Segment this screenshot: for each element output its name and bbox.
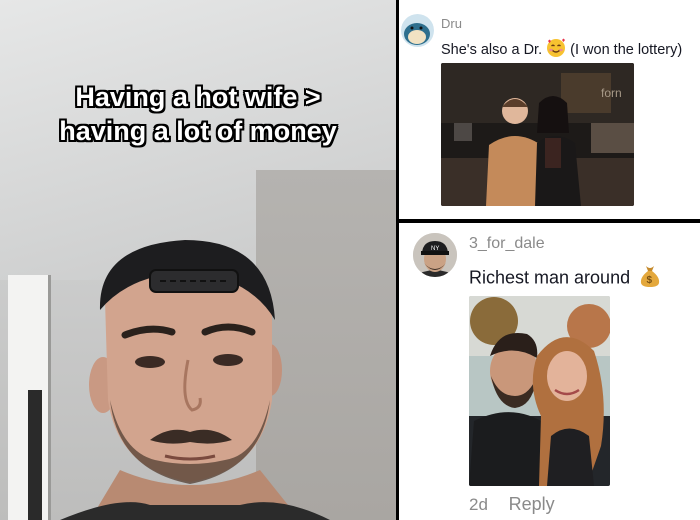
comment-body: She's also a Dr.: [441, 41, 543, 58]
comment-meta: 2d Reply: [469, 494, 555, 515]
reply-button[interactable]: Reply: [509, 494, 555, 514]
comment-body-suffix: (I won the lottery): [570, 41, 683, 58]
snorlax-avatar-icon[interactable]: [401, 14, 434, 47]
comment-text: She's also a Dr. (I won the lottery): [441, 38, 682, 62]
caption-line-2: having a lot of money: [59, 116, 337, 146]
svg-text:$: $: [647, 275, 653, 286]
speaker-person: [60, 240, 330, 520]
comment-text: Richest man around $: [469, 264, 661, 293]
comment-username[interactable]: 3_for_dale: [469, 235, 545, 253]
svg-text:NY: NY: [431, 246, 439, 252]
caption-line-1: Having a hot wife >: [75, 82, 321, 112]
man-in-cap-avatar-icon[interactable]: NY: [413, 233, 457, 277]
comment-age: 2d: [469, 495, 488, 514]
comment-photo[interactable]: [469, 296, 610, 486]
video-caption: Having a hot wife > having a lot of mone…: [20, 80, 376, 148]
comment-body: Richest man around: [469, 267, 631, 288]
smiling-face-with-hearts-icon: [546, 38, 566, 62]
comments-panel: Dru She's also a Dr. (I won the lottery): [399, 0, 700, 520]
comment-divider: [399, 219, 700, 223]
photo-sign-text: forn: [601, 86, 622, 100]
money-bag-icon: $: [639, 264, 661, 293]
comment-username[interactable]: Dru: [441, 16, 462, 31]
video-panel[interactable]: Having a hot wife > having a lot of mone…: [0, 0, 396, 520]
comment-photo[interactable]: forn: [441, 63, 634, 206]
